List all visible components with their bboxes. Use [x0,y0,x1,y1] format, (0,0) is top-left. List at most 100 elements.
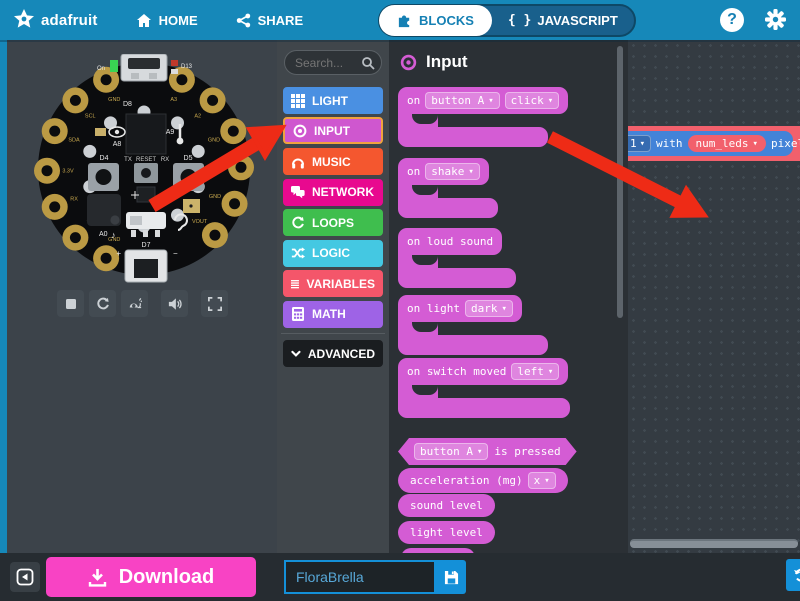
sim-sound-button[interactable] [161,290,188,317]
category-advanced[interactable]: ADVANCED [283,340,383,367]
settings-button[interactable] [765,9,786,35]
event-dropdown[interactable]: click [505,92,560,109]
category-variables-label: VARIABLES [307,277,375,291]
sim-restart-button[interactable] [89,290,116,317]
a8-label: A8 [113,141,122,148]
light-level-dropdown[interactable]: dark [465,300,513,317]
with-label: with [656,137,683,150]
download-button[interactable]: Download [46,557,256,597]
block-workspace[interactable]: 1 with num_leds pixels [628,40,800,553]
undo-icon [793,567,800,583]
sim-fullscreen-button[interactable] [201,290,228,317]
circuit-playground-board[interactable]: GNDSCLSDA3.3VRXTXGNDA3A2GNDA1GNDVOUT On … [27,54,261,284]
toolbox-divider [281,333,385,334]
save-button[interactable] [436,560,466,594]
category-logic-label: LOGIC [312,246,350,260]
gesture-dropdown[interactable]: shake [425,163,480,180]
category-network-label: NETWORK [312,185,374,199]
svg-text:A1: A1 [217,166,224,172]
category-variables[interactable]: VARIABLES [283,270,383,297]
block-on-gesture[interactable]: onshake [398,158,498,218]
blocks-tab-label: BLOCKS [419,13,474,28]
svg-text:GND: GND [209,194,221,200]
d5-label: D5 [184,155,193,162]
num-leds-variable[interactable]: num_leds [688,135,766,152]
d7-label: D7 [142,242,151,249]
tab-javascript[interactable]: { } JAVASCRIPT [492,13,634,28]
pin-dropdown[interactable]: 1 [628,135,651,152]
pressed-button-dropdown[interactable]: button A [414,443,488,460]
bottom-bar: Download [0,553,800,601]
flyout-title: Input [426,52,468,72]
grid-icon [291,94,305,108]
svg-text:A2: A2 [194,113,201,119]
music-note-glyph: ♪ [111,230,116,240]
category-music-label: MUSIC [312,155,351,169]
home-button[interactable]: HOME [136,13,198,28]
gear-icon [765,9,786,30]
category-network[interactable]: NETWORK [283,179,383,206]
tab-blocks[interactable]: BLOCKS [379,5,492,36]
block-on-loud-sound[interactable]: on loud sound [398,228,516,288]
braces-icon: { } [508,13,531,28]
block-sound-level[interactable]: sound level [398,494,495,517]
shuffle-icon [291,246,305,260]
axis-dropdown[interactable]: x [528,472,556,489]
category-input[interactable]: INPUT [283,117,383,144]
collapse-simulator-button[interactable] [10,562,40,592]
input-target-icon [400,54,417,71]
question-icon: ? [727,11,737,29]
collapse-icon [16,568,34,586]
project-name-input[interactable] [284,560,436,594]
adafruit-logo[interactable]: adafruit [12,8,98,32]
block-on-light[interactable]: on lightdark [398,295,548,355]
undo-button[interactable] [786,559,800,591]
block-acceleration[interactable]: acceleration (mg) x [398,468,568,493]
usb-connector [121,54,167,81]
rx-label: RX [161,157,169,163]
help-button[interactable]: ? [720,8,744,32]
snail-icon [128,297,142,311]
svg-text:SCL: SCL [85,113,96,119]
category-light-label: LIGHT [312,94,348,108]
flyout-scrollbar[interactable] [617,46,623,318]
sim-slowmo-button[interactable] [121,290,148,317]
chevron-down-icon [291,348,301,360]
brand-label: adafruit [41,12,98,29]
power-led-label: On [97,66,105,72]
block-light-level[interactable]: light level [398,521,495,544]
loop-icon [291,216,305,230]
chat-icon [291,185,305,199]
a9-label: A9 [166,129,175,136]
svg-text:SDA: SDA [68,137,80,143]
calculator-icon [291,307,305,321]
battery-plus-label: + [116,249,121,258]
top-bar: adafruit HOME SHARE BLOCKS { } JAVASCRIP… [0,0,800,40]
input-flyout: Input onbutton Aclick onshake on loud so… [389,40,628,553]
block-on-switch-moved[interactable]: on switch movedleft [398,358,570,418]
category-light[interactable]: LIGHT [283,87,383,114]
simulator-toolbar [57,290,228,317]
category-advanced-label: ADVANCED [308,347,375,361]
category-logic[interactable]: LOGIC [283,240,383,267]
create-strip-block[interactable]: 1 with num_leds pixels [628,131,793,156]
category-loops-label: LOOPS [312,216,354,230]
category-loops[interactable]: LOOPS [283,209,383,236]
horizontal-scrollbar[interactable] [630,539,798,548]
block-button-is-pressed[interactable]: button A is pressed [398,438,577,465]
stop-icon [65,298,77,310]
share-label: SHARE [258,13,304,28]
target-icon [293,124,307,138]
category-math-label: MATH [312,307,346,321]
category-input-label: INPUT [314,124,350,138]
sim-stop-button[interactable] [57,290,84,317]
restart-icon [96,297,110,311]
button-dropdown[interactable]: button A [425,92,499,109]
flyout-header: Input [400,52,468,72]
block-on-button-click[interactable]: onbutton Aclick [398,87,568,147]
category-music[interactable]: MUSIC [283,148,383,175]
share-button[interactable]: SHARE [236,13,304,28]
category-math[interactable]: MATH [283,301,383,328]
editor-tabs: BLOCKS { } JAVASCRIPT [378,4,636,37]
switch-direction-dropdown[interactable]: left [511,363,559,380]
